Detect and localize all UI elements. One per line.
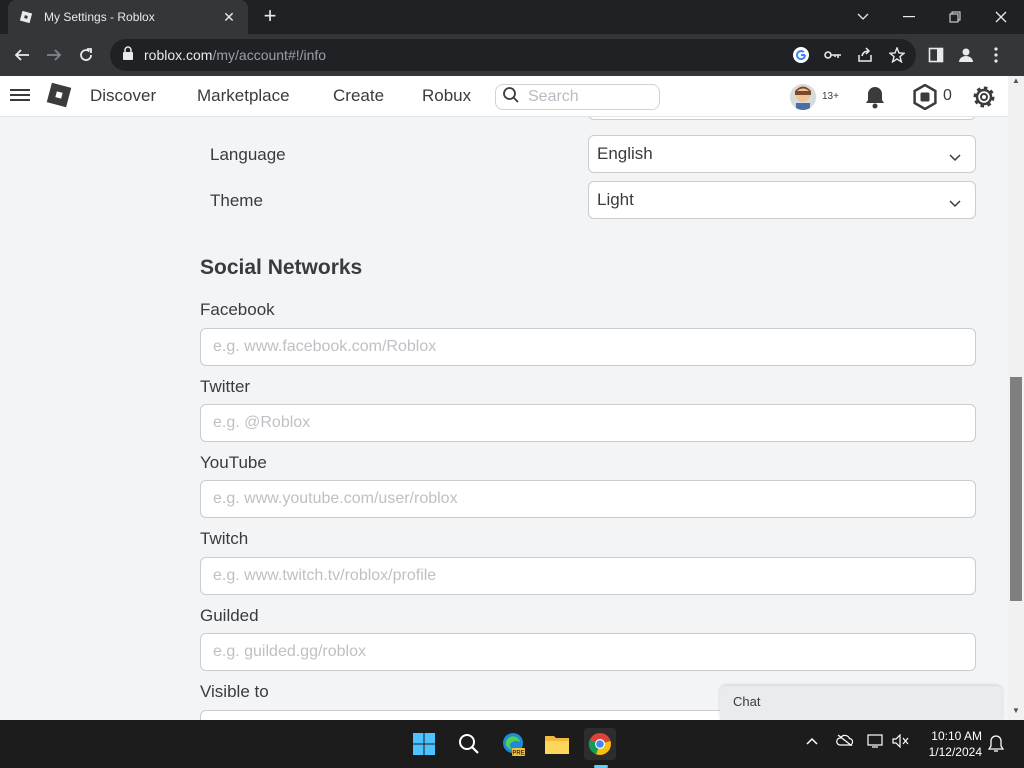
google-icon[interactable] (790, 44, 812, 66)
browser-tab-strip: My Settings - Roblox ✕ + (0, 0, 1024, 34)
key-icon[interactable] (822, 44, 844, 66)
theme-value: Light (597, 190, 634, 209)
age-badge: 13+ (822, 91, 839, 102)
twitter-input[interactable] (200, 404, 976, 442)
facebook-input[interactable] (200, 328, 976, 366)
onedrive-icon[interactable] (836, 734, 854, 749)
minimize-icon[interactable] (886, 0, 932, 34)
chevron-down-icon[interactable] (840, 0, 886, 34)
guilded-label: Guilded (200, 606, 259, 625)
hamburger-menu-icon[interactable] (10, 86, 30, 106)
youtube-input[interactable] (200, 480, 976, 518)
search-icon[interactable] (453, 728, 485, 760)
volume-muted-icon[interactable] (892, 733, 910, 751)
settings-content: Language English Theme Light Social Netw… (0, 117, 1008, 720)
browser-toolbar: roblox.com/my/account#!/info (0, 34, 1024, 76)
chevron-down-icon (949, 147, 961, 167)
scroll-down-icon[interactable]: ▼ (1008, 706, 1024, 720)
avatar[interactable] (790, 84, 816, 110)
share-icon[interactable] (854, 44, 876, 66)
close-icon[interactable]: ✕ (220, 9, 238, 26)
scroll-up-icon[interactable]: ▲ (1008, 76, 1024, 90)
url-text: roblox.com/my/account#!/info (144, 47, 327, 63)
search-placeholder: Search (528, 88, 579, 105)
search-input[interactable]: Search (495, 84, 660, 110)
nav-create[interactable]: Create (333, 86, 384, 106)
theme-label: Theme (210, 191, 263, 210)
search-icon (502, 86, 520, 109)
chat-widget[interactable]: Chat (720, 686, 1002, 720)
kebab-menu-icon[interactable] (985, 44, 1007, 66)
back-icon[interactable] (8, 41, 36, 69)
nav-discover[interactable]: Discover (90, 86, 156, 106)
clock-time: 10:10 AM (931, 729, 982, 743)
language-select[interactable]: English (588, 135, 976, 173)
twitch-label: Twitch (200, 529, 249, 548)
reload-icon[interactable] (72, 41, 100, 69)
theme-select[interactable]: Light (588, 181, 976, 219)
guilded-input[interactable] (200, 633, 976, 671)
forward-icon[interactable] (40, 41, 68, 69)
facebook-label: Facebook (200, 300, 275, 319)
page-scrollbar[interactable]: ▲ ▼ (1008, 76, 1024, 720)
chevron-down-icon (949, 193, 961, 213)
robux-icon[interactable] (912, 83, 938, 115)
tab-title: My Settings - Roblox (44, 10, 155, 24)
robux-balance[interactable]: 0 (943, 87, 952, 105)
svg-text:PRE: PRE (512, 751, 524, 757)
chat-label: Chat (733, 694, 761, 709)
close-window-icon[interactable] (978, 0, 1024, 34)
social-networks-heading: Social Networks (200, 256, 363, 279)
chrome-icon[interactable] (584, 728, 616, 760)
star-icon[interactable] (886, 44, 908, 66)
restore-icon[interactable] (932, 0, 978, 34)
sidebar-icon[interactable] (925, 44, 947, 66)
profile-icon[interactable] (955, 44, 977, 66)
youtube-label: YouTube (200, 453, 267, 472)
network-icon[interactable] (867, 734, 885, 751)
new-tab-button[interactable]: + (258, 5, 282, 29)
gear-icon[interactable] (971, 84, 997, 115)
edge-icon[interactable]: PRE (497, 728, 529, 760)
roblox-favicon-icon (18, 9, 34, 25)
browser-tab[interactable]: My Settings - Roblox ✕ (8, 0, 248, 34)
visible-to-label: Visible to (200, 682, 269, 701)
windows-taskbar: PRE 10:10 AM 1/12/2024 (0, 720, 1024, 768)
nav-robux[interactable]: Robux (422, 86, 471, 106)
chevron-up-icon[interactable] (806, 734, 818, 748)
twitter-label: Twitter (200, 377, 251, 396)
language-label: Language (210, 145, 286, 164)
system-clock[interactable]: 10:10 AM 1/12/2024 (918, 728, 982, 760)
twitch-input[interactable] (200, 557, 976, 595)
lock-icon[interactable] (122, 45, 134, 65)
previous-select-field[interactable] (588, 117, 976, 120)
nav-marketplace[interactable]: Marketplace (197, 86, 290, 106)
roblox-logo-icon[interactable] (45, 81, 73, 109)
notification-bell-icon[interactable] (987, 735, 1005, 756)
file-explorer-icon[interactable] (541, 728, 573, 760)
address-bar[interactable]: roblox.com/my/account#!/info (110, 39, 916, 71)
bell-icon[interactable] (864, 85, 886, 114)
language-value: English (597, 144, 653, 163)
scrollbar-thumb[interactable] (1010, 377, 1022, 601)
clock-date: 1/12/2024 (928, 745, 982, 759)
windows-start-icon[interactable] (408, 728, 440, 760)
